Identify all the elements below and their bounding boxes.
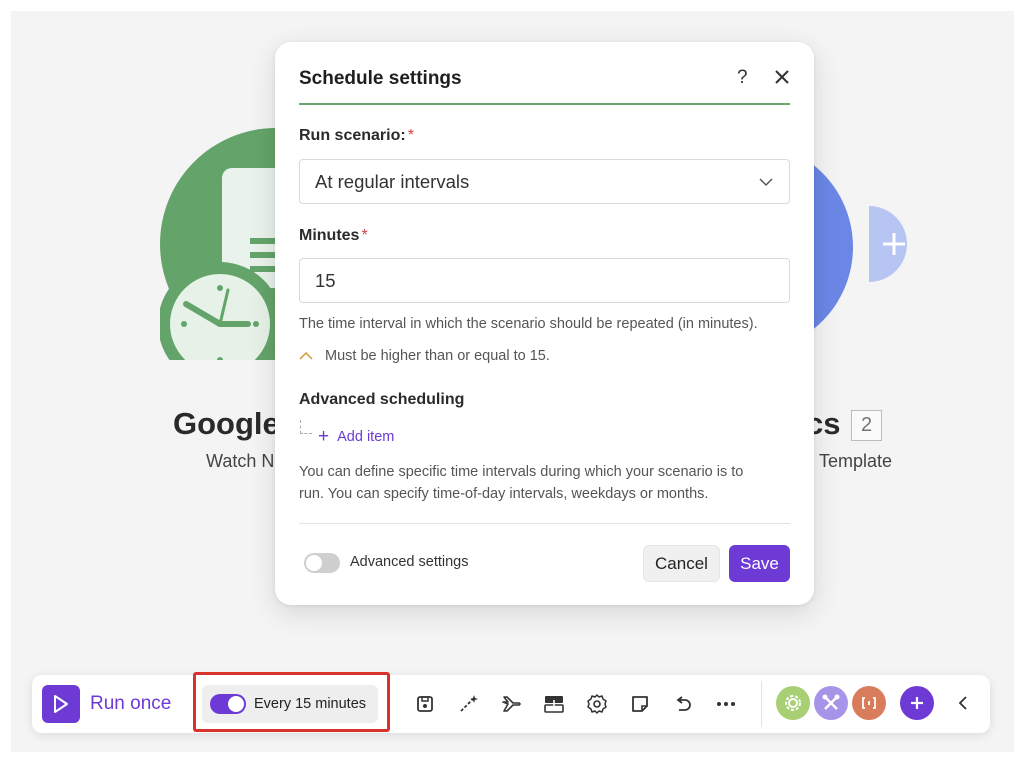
chevron-up-icon [299, 351, 313, 360]
add-module-bubble[interactable] [869, 206, 919, 282]
module1-title: Google [173, 406, 280, 441]
toolbar-divider [761, 681, 762, 727]
run-once-button[interactable] [42, 685, 80, 723]
description-line: You can define specific time intervals d… [299, 464, 744, 480]
module1-subtitle: Watch N [206, 451, 275, 471]
minutes-help-text: The time interval in which the scenario … [299, 316, 758, 332]
explain-flow-icon[interactable] [542, 692, 566, 716]
schedule-label: Every 15 minutes [254, 696, 367, 712]
schedule-settings-dialog: Schedule settings ? Run scenario: * At re… [275, 42, 814, 605]
required-marker: * [361, 227, 368, 244]
save-icon[interactable] [413, 692, 437, 716]
help-icon[interactable]: ? [737, 67, 748, 89]
collapse-icon[interactable] [946, 686, 980, 720]
run-once-label[interactable]: Run once [90, 693, 171, 715]
plus-icon: + [318, 426, 330, 447]
run-scenario-value: At regular intervals [315, 170, 470, 192]
airplane-icon[interactable] [499, 692, 523, 716]
schedule-toggle[interactable] [210, 694, 246, 714]
add-item-label: Add item [337, 428, 395, 445]
description-line: run. You can specify time-of-day interva… [299, 486, 709, 502]
module2-subtitle: Template [819, 451, 893, 471]
advanced-scheduling-description: You can define specific time intervals d… [299, 461, 743, 505]
undo-icon[interactable] [671, 692, 695, 716]
module-number-badge: 2 [851, 410, 882, 441]
json-app-icon[interactable] [852, 686, 886, 720]
schedule-control[interactable]: Every 15 minutes [202, 685, 378, 723]
more-icon[interactable] [714, 692, 738, 716]
gear-icon[interactable] [585, 692, 609, 716]
save-button[interactable]: Save [729, 545, 790, 582]
scenario-toolbar: Run once Every 15 minutes [32, 675, 990, 733]
dialog-title: Schedule settings [299, 68, 462, 89]
run-scenario-select[interactable]: At regular intervals [299, 159, 790, 204]
flow-control-app-icon[interactable] [814, 686, 848, 720]
tools-app-icon[interactable] [776, 686, 810, 720]
play-icon [54, 695, 68, 713]
advanced-scheduling-title: Advanced scheduling [299, 391, 465, 408]
minutes-input[interactable] [299, 258, 790, 303]
advanced-settings-toggle[interactable] [304, 553, 340, 573]
run-scenario-label: Run scenario: * [299, 127, 414, 144]
footer-divider [299, 523, 790, 524]
minutes-warning: Must be higher than or equal to 15. [299, 348, 550, 364]
warning-text: Must be higher than or equal to 15. [325, 348, 550, 364]
title-divider [299, 103, 790, 105]
close-icon[interactable] [771, 66, 793, 88]
add-module-icon[interactable] [900, 686, 934, 720]
required-marker: * [407, 127, 414, 144]
advanced-settings-label: Advanced settings [350, 554, 469, 570]
minutes-label: Minutes * [299, 227, 368, 244]
tree-connector [300, 420, 312, 434]
note-icon[interactable] [628, 692, 652, 716]
add-item-button[interactable]: + Add item [318, 427, 394, 446]
cancel-button[interactable]: Cancel [643, 545, 720, 582]
chevron-down-icon [759, 178, 773, 187]
magic-wand-icon[interactable] [456, 692, 480, 716]
